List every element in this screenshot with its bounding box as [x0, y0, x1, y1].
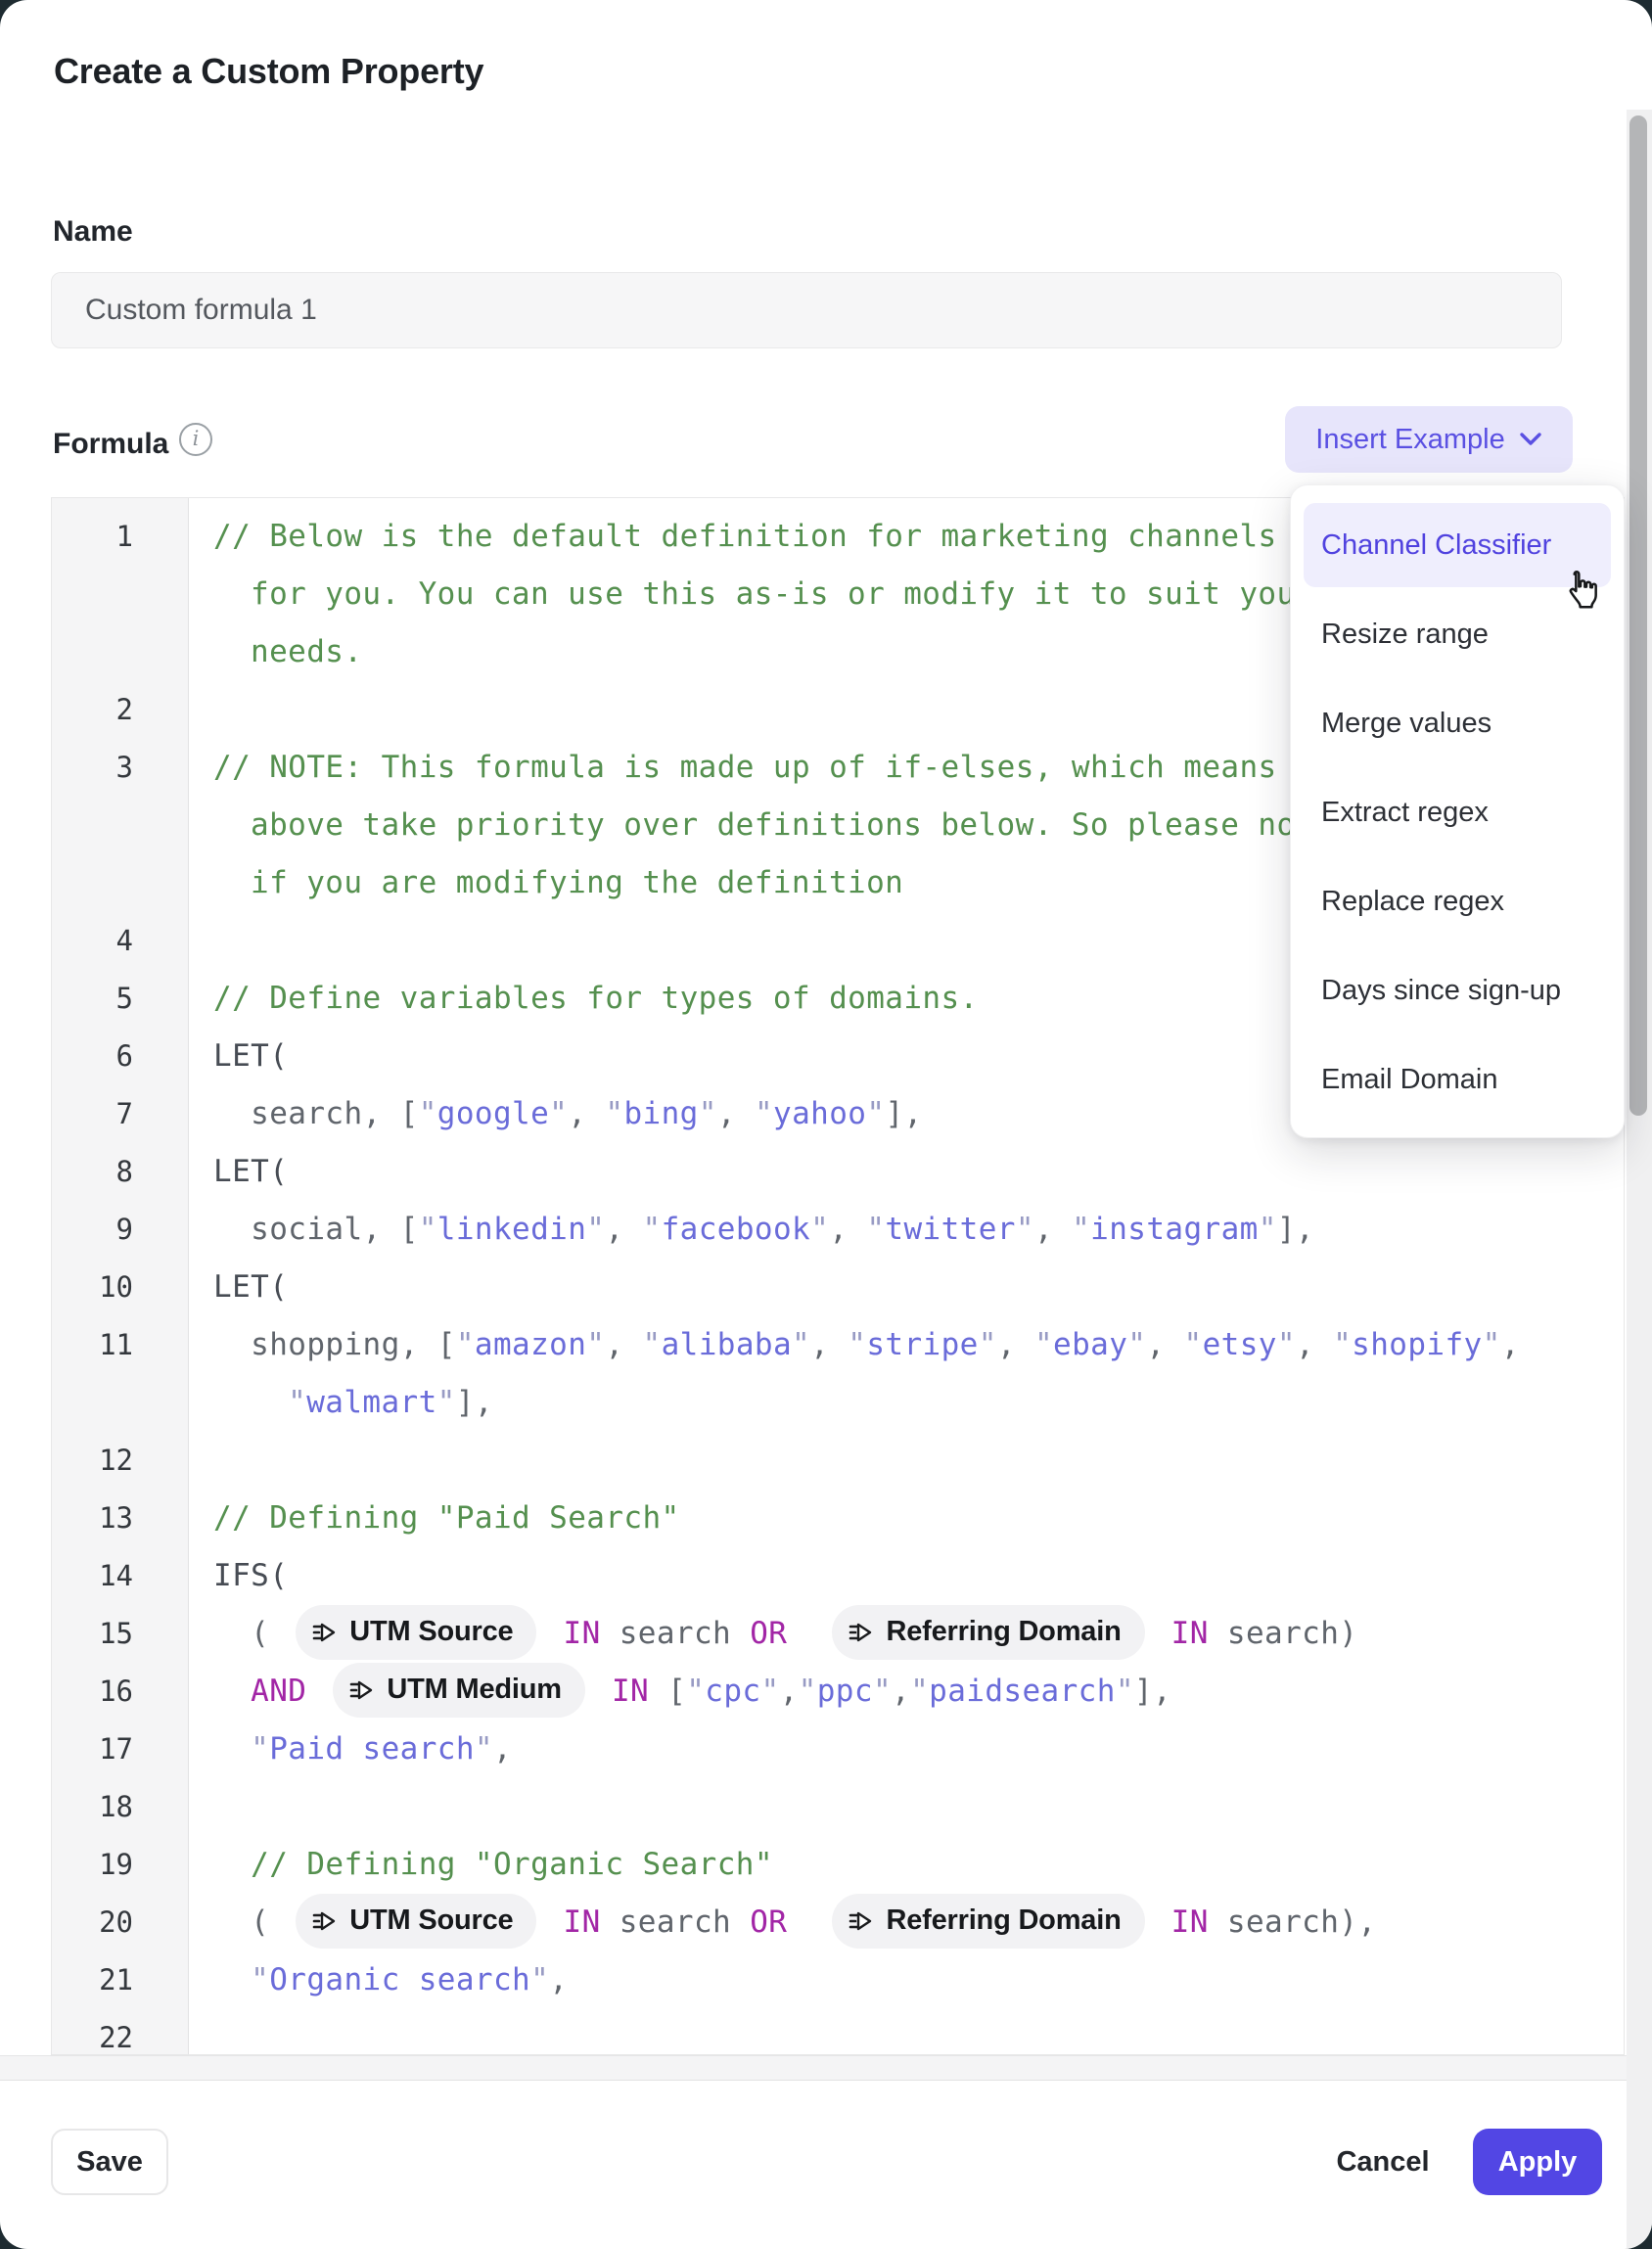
menu-item-days-since-sign-up[interactable]: Days since sign-up	[1304, 946, 1611, 1035]
line-number: 18	[52, 1778, 188, 1836]
scrollbar-thumb[interactable]	[1629, 115, 1647, 1116]
code-row: // Defining "Organic Search"	[189, 1836, 1624, 1894]
chevron-down-icon	[1519, 432, 1542, 447]
property-chip-utm-source[interactable]: UTM Source	[296, 1605, 536, 1660]
line-number: 17	[52, 1721, 188, 1778]
apply-button[interactable]: Apply	[1473, 2129, 1602, 2195]
line-number: 21	[52, 1951, 188, 2009]
insert-example-dropdown: Channel Classifier Resize range Merge va…	[1290, 484, 1625, 1138]
menu-item-merge-values[interactable]: Merge values	[1304, 679, 1611, 768]
line-number: 5	[52, 970, 188, 1028]
line-number: 12	[52, 1432, 188, 1490]
line-number: 10	[52, 1259, 188, 1316]
code-row: ( UTM Source IN search OR Referring Doma…	[189, 1894, 1624, 1951]
line-number: 4	[52, 912, 188, 970]
line-number: 8	[52, 1143, 188, 1201]
info-icon	[179, 423, 212, 456]
code-row: LET(	[189, 1143, 1624, 1201]
page-title: Create a Custom Property	[54, 51, 483, 92]
code-row: Paid search,	[189, 1721, 1624, 1778]
property-chip-label: UTM Source	[349, 1892, 513, 1950]
code-row	[189, 2009, 1624, 2054]
menu-item-extract-regex[interactable]: Extract regex	[1304, 768, 1611, 857]
property-icon	[348, 1677, 375, 1703]
line-number: 2	[52, 681, 188, 739]
line-number: 6	[52, 1028, 188, 1085]
property-chip-label: UTM Medium	[387, 1661, 561, 1719]
formula-label: Formula	[53, 428, 168, 461]
line-number: 11	[52, 1316, 188, 1432]
code-row: social, [linkedin, facebook, twitter, in…	[189, 1201, 1624, 1259]
line-number: 1	[52, 508, 188, 681]
property-chip-referring-domain[interactable]: Referring Domain	[832, 1605, 1144, 1660]
code-row: AND UTM Medium IN [cpc,ppc,paidsearch],	[189, 1663, 1624, 1721]
property-chip-utm-source[interactable]: UTM Source	[296, 1894, 536, 1949]
line-number: 14	[52, 1547, 188, 1605]
property-icon	[311, 1908, 338, 1934]
code-row	[189, 1432, 1624, 1490]
property-chip-referring-domain[interactable]: Referring Domain	[832, 1894, 1144, 1949]
property-chip-utm-medium[interactable]: UTM Medium	[333, 1663, 584, 1718]
gutter: 12345678910111213141516171819202122	[52, 498, 189, 2054]
line-number: 13	[52, 1490, 188, 1547]
line-number: 22	[52, 2009, 188, 2055]
line-number: 20	[52, 1894, 188, 1951]
menu-item-channel-classifier[interactable]: Channel Classifier	[1304, 503, 1611, 587]
code-row: shopping, [amazon, alibaba, stripe, ebay…	[189, 1316, 1624, 1374]
code-row: walmart],	[189, 1374, 1624, 1432]
insert-example-label: Insert Example	[1315, 424, 1504, 456]
code-row: LET(	[189, 1259, 1624, 1316]
line-number: 19	[52, 1836, 188, 1894]
insert-example-button[interactable]: Insert Example	[1285, 406, 1573, 473]
line-number: 7	[52, 1085, 188, 1143]
property-icon	[848, 1620, 874, 1645]
cancel-button[interactable]: Cancel	[1316, 2129, 1449, 2195]
menu-item-email-domain[interactable]: Email Domain	[1304, 1035, 1611, 1124]
property-chip-label: Referring Domain	[886, 1603, 1121, 1661]
code-row: // Defining "Paid Search"	[189, 1490, 1624, 1547]
property-icon	[848, 1908, 874, 1934]
line-number: 3	[52, 739, 188, 912]
code-row: ( UTM Source IN search OR Referring Doma…	[189, 1605, 1624, 1663]
property-chip-label: UTM Source	[349, 1603, 513, 1661]
code-row	[189, 1778, 1624, 1836]
footer-divider	[0, 2055, 1652, 2081]
save-button[interactable]: Save	[51, 2129, 168, 2195]
line-number: 9	[52, 1201, 188, 1259]
line-number: 16	[52, 1663, 188, 1721]
name-label: Name	[53, 215, 133, 249]
line-number: 15	[52, 1605, 188, 1663]
code-row: IFS(	[189, 1547, 1624, 1605]
create-custom-property-modal: Create a Custom Property Name Formula In…	[0, 0, 1652, 2249]
menu-item-resize-range[interactable]: Resize range	[1304, 590, 1611, 679]
menu-item-replace-regex[interactable]: Replace regex	[1304, 857, 1611, 946]
code-row: Organic search,	[189, 1951, 1624, 2009]
property-icon	[311, 1620, 338, 1645]
name-input[interactable]	[51, 272, 1562, 348]
property-chip-label: Referring Domain	[886, 1892, 1121, 1950]
